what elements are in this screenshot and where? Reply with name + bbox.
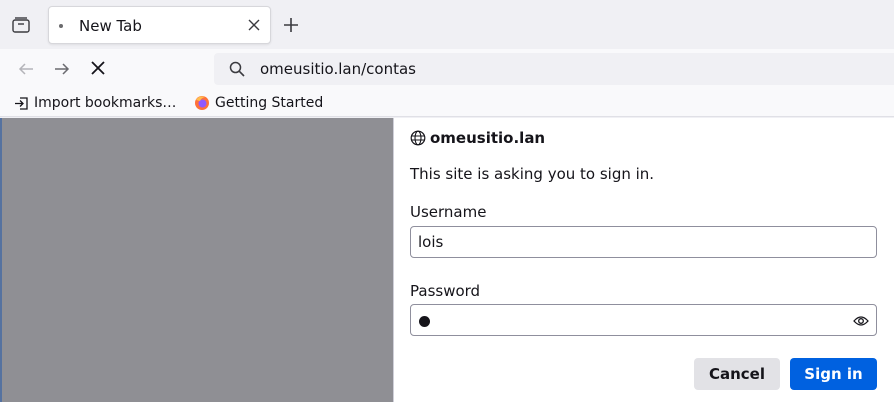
sign-in-button[interactable]: Sign in [790,358,877,390]
import-icon [15,96,28,110]
tab-new-tab[interactable]: New Tab [48,6,271,44]
search-icon [229,61,245,77]
stop-icon[interactable] [90,60,106,76]
list-all-tabs-button[interactable] [11,16,33,36]
password-mask [419,316,430,327]
password-field[interactable] [410,304,877,336]
dialog-host-label: omeusitio.lan [430,129,546,147]
firefox-icon [195,96,209,110]
url-bar[interactable]: omeusitio.lan/contas [214,53,894,85]
content-edge [0,118,2,402]
bookmark-label: Import bookmarks… [34,95,177,111]
tab-list-icon [12,17,30,33]
globe-icon [410,130,426,146]
auth-dialog: omeusitio.lan This site is asking you to… [393,118,894,402]
bookmarks-toolbar: Import bookmarks… Getting Started [0,89,894,117]
new-tab-button[interactable] [283,17,299,33]
password-label: Password [410,282,481,300]
bookmark-getting-started[interactable]: Getting Started [194,94,323,112]
back-arrow-icon[interactable] [17,60,35,78]
navigation-toolbar: omeusitio.lan/contas [0,49,894,89]
tab-bar: New Tab [0,0,894,49]
bookmark-import[interactable]: Import bookmarks… [14,94,176,112]
cancel-button[interactable]: Cancel [694,358,780,390]
dialog-host: omeusitio.lan [410,129,545,147]
bookmark-label: Getting Started [215,95,324,111]
username-label: Username [410,203,487,221]
tab-title: New Tab [79,17,142,35]
close-tab-icon[interactable] [248,19,260,31]
url-text[interactable]: omeusitio.lan/contas [260,60,416,78]
reveal-password-icon[interactable] [853,314,869,328]
dialog-message: This site is asking you to sign in. [410,165,655,183]
tab-loading-icon [59,24,63,28]
forward-arrow-icon[interactable] [53,60,71,78]
username-field[interactable]: lois [410,226,877,258]
